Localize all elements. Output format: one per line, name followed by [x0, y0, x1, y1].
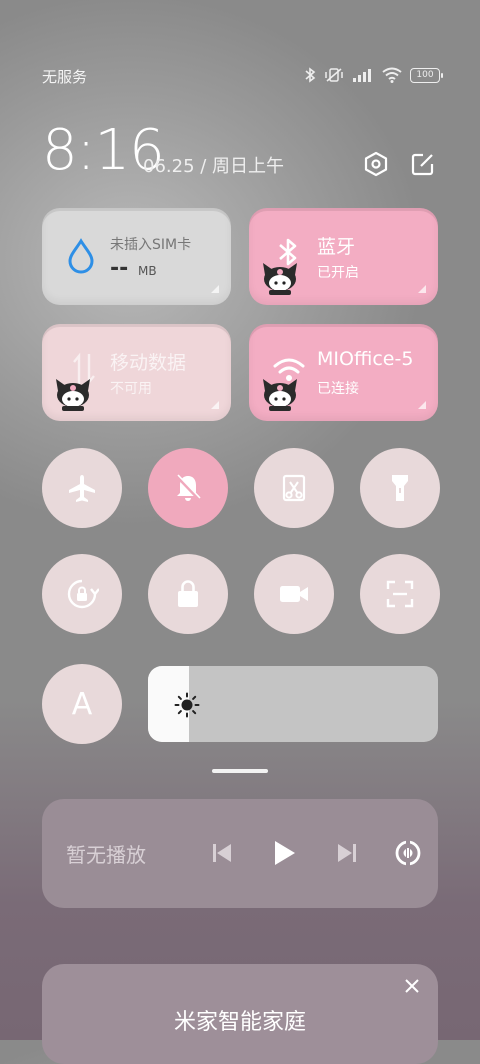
- wifi-status-icon: [382, 67, 402, 83]
- previous-icon: [213, 844, 231, 862]
- flashlight-toggle[interactable]: [360, 448, 440, 528]
- scan-icon: [386, 580, 414, 608]
- smart-home-title: 米家智能家庭: [173, 1010, 306, 1035]
- wifi-network-name: MIOffice-5: [317, 348, 414, 370]
- mobile-data-status: 不可用: [110, 381, 152, 397]
- vibrate-mute-icon: [325, 68, 343, 82]
- tile-expand-corner: [418, 401, 426, 409]
- edit-button[interactable]: [409, 150, 437, 178]
- flashlight-icon: [392, 475, 408, 501]
- cast-output-button[interactable]: [392, 837, 424, 869]
- mobile-data-tile[interactable]: 移动数据 不可用: [42, 324, 231, 421]
- bluetooth-status-icon: [305, 67, 316, 83]
- rotation-lock-toggle[interactable]: [42, 554, 122, 634]
- date: 06.25 / 周日上午: [143, 156, 285, 177]
- bluetooth-tile[interactable]: 蓝牙 已开启: [249, 208, 438, 305]
- tile-expand-corner: [418, 285, 426, 293]
- sim-status-label: 未插入SIM卡: [110, 237, 192, 253]
- signal-icon: [353, 69, 371, 82]
- bell-off-icon: [175, 474, 202, 502]
- auto-brightness-toggle[interactable]: A: [42, 664, 122, 744]
- brightness-slider[interactable]: [148, 666, 438, 742]
- play-button[interactable]: [268, 837, 300, 869]
- screenshot-icon: [282, 474, 306, 502]
- airplane-icon: [69, 475, 95, 502]
- settings-button[interactable]: [362, 150, 390, 178]
- wifi-tile[interactable]: MIOffice-5 已连接: [249, 324, 438, 421]
- tile-expand-corner: [211, 401, 219, 409]
- carrier-text: 无服务: [42, 68, 88, 86]
- kuromi-sticker-icon: [263, 379, 297, 411]
- screen-record-toggle[interactable]: [254, 554, 334, 634]
- settings-hexagon-icon: [364, 151, 388, 177]
- scanner-toggle[interactable]: [360, 554, 440, 634]
- tile-expand-corner: [211, 285, 219, 293]
- lock-icon: [178, 580, 198, 607]
- smart-home-card[interactable]: 米家智能家庭: [42, 964, 438, 1064]
- lock-screen-toggle[interactable]: [148, 554, 228, 634]
- silent-mode-toggle[interactable]: [148, 448, 228, 528]
- battery-icon: 100: [410, 67, 443, 83]
- wifi-status: 已连接: [317, 381, 359, 397]
- auto-brightness-label: A: [71, 686, 93, 722]
- airplane-mode-toggle[interactable]: [42, 448, 122, 528]
- data-usage-tile[interactable]: 未插入SIM卡 -- MB: [42, 208, 231, 305]
- data-usage-unit: MB: [138, 264, 157, 278]
- rotation-lock-icon: [67, 579, 99, 609]
- close-icon: [405, 979, 419, 993]
- next-icon: [338, 844, 356, 862]
- status-icons: 100: [304, 66, 443, 84]
- brightness-sun-icon: [174, 692, 200, 718]
- kuromi-sticker-icon: [56, 379, 90, 411]
- media-title: 暂无播放: [66, 843, 146, 867]
- media-player-card[interactable]: 暂无播放: [42, 799, 438, 908]
- bluetooth-label: 蓝牙: [317, 236, 356, 258]
- bluetooth-status: 已开启: [317, 265, 359, 281]
- drag-handle[interactable]: [212, 769, 268, 773]
- close-button[interactable]: [402, 976, 422, 996]
- video-camera-icon: [280, 586, 308, 602]
- data-usage-value: --: [110, 256, 129, 281]
- mobile-data-label: 移动数据: [110, 352, 187, 374]
- water-drop-icon: [68, 238, 94, 274]
- edit-icon: [411, 153, 434, 176]
- next-track-button[interactable]: [331, 837, 363, 869]
- kuromi-sticker-icon: [263, 263, 297, 295]
- previous-track-button[interactable]: [206, 837, 238, 869]
- screenshot-toggle[interactable]: [254, 448, 334, 528]
- audio-output-icon: [395, 839, 421, 867]
- play-icon: [275, 841, 295, 865]
